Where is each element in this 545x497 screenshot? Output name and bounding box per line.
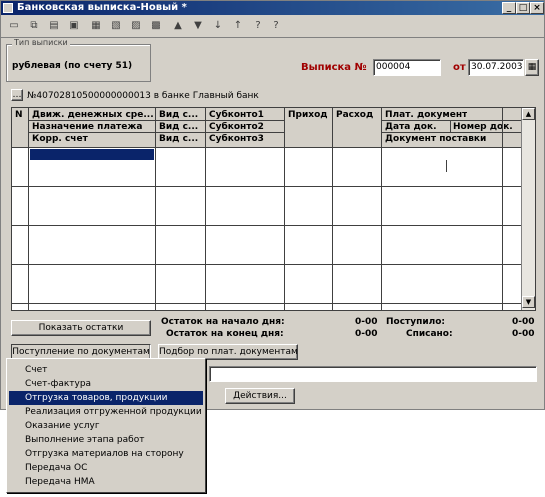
down-icon[interactable]: ▼: [191, 19, 205, 33]
menu-item-materials-shipment[interactable]: Отгрузка материалов на сторону: [9, 447, 203, 461]
help-icon[interactable]: ?: [251, 19, 265, 33]
account-text: №40702810500000000013 в банке Главный ба…: [27, 91, 259, 101]
column-divider: [332, 108, 333, 310]
menu-item-services[interactable]: Оказание услуг: [9, 419, 203, 433]
delete-icon[interactable]: ▨: [129, 19, 143, 33]
row-marker-header: N: [15, 110, 23, 120]
new-icon[interactable]: ▭: [7, 19, 21, 33]
menu-item-shipped-sales[interactable]: Реализация отгруженной продукции: [9, 405, 203, 419]
column-divider: [205, 108, 206, 310]
income-value: 0-00: [512, 317, 535, 327]
insert-icon[interactable]: ▩: [149, 19, 163, 33]
menu-item-fixed-assets-transfer[interactable]: Передача ОС: [9, 461, 203, 475]
header-cash-flow: Движ. денежных сре...: [32, 110, 154, 120]
minimize-button[interactable]: _: [502, 2, 516, 14]
header-rule: [156, 132, 206, 133]
header-rule: [382, 132, 522, 133]
header-subconto-3: Субконто3: [209, 134, 264, 144]
actions-button[interactable]: Действия...: [225, 388, 295, 404]
column-divider: [155, 108, 156, 310]
title-bar: Банковская выписка-Новый * _ □ ×: [1, 1, 544, 15]
header-type-2: Вид с...: [159, 122, 199, 132]
row-separator: [12, 225, 522, 226]
column-divider: [381, 108, 382, 310]
income-label: Поступило:: [386, 317, 446, 327]
row-separator: [12, 303, 522, 304]
start-balance-label: Остаток на начало дня:: [161, 317, 285, 327]
menu-item-tax-invoice[interactable]: Счет-фактура: [9, 377, 203, 391]
date-field[interactable]: 30.07.2003: [468, 59, 524, 76]
column-divider: [28, 108, 29, 310]
header-income: Приход: [288, 110, 328, 120]
menu-item-invoice[interactable]: Счет: [9, 363, 203, 377]
maximize-button[interactable]: □: [516, 2, 530, 14]
scroll-down-button[interactable]: ▼: [522, 296, 535, 308]
close-button[interactable]: ×: [530, 2, 544, 14]
bank-statement-window: Банковская выписка-Новый * _ □ × ▭ ⧉ ▤ ▣…: [0, 0, 545, 410]
help-pointer-icon[interactable]: ?: [269, 19, 283, 33]
statement-number-label: Выписка №: [301, 62, 367, 73]
header-subconto-2: Субконто2: [209, 122, 264, 132]
statement-number-field[interactable]: 000004: [373, 59, 441, 76]
statement-type-value[interactable]: рублевая (по счету 51): [12, 61, 132, 71]
menu-item-goods-shipment[interactable]: Отгрузка товаров, продукции: [9, 391, 203, 405]
header-doc-date: Дата док.: [385, 122, 437, 132]
date-label: от: [453, 62, 466, 73]
documents-dropdown-menu: Счет Счет-фактура Отгрузка товаров, прод…: [6, 358, 206, 493]
up-icon[interactable]: ▲: [171, 19, 185, 33]
copy-icon[interactable]: ⧉: [27, 19, 41, 33]
header-rule: [29, 120, 156, 121]
comment-field[interactable]: [209, 366, 537, 382]
end-balance-label: Остаток на конец дня:: [166, 329, 284, 339]
toolbar: ▭ ⧉ ▤ ▣ ▦ ▧ ▨ ▩ ▲ ▼ ↓ ↑ ? ?: [1, 16, 544, 38]
header-supply-doc: Документ поставки: [385, 134, 487, 144]
header-rule: [206, 120, 284, 121]
save-icon[interactable]: ▣: [67, 19, 81, 33]
scroll-up-button[interactable]: ▲: [522, 108, 535, 120]
selected-cell[interactable]: [30, 149, 154, 160]
header-payment-doc: Плат. документ: [385, 110, 468, 120]
menu-item-work-stage[interactable]: Выполнение этапа работ: [9, 433, 203, 447]
cell-cursor: [446, 160, 447, 172]
folder-icon[interactable]: ▤: [47, 19, 61, 33]
header-rule: [156, 120, 206, 121]
row-separator: [12, 264, 522, 265]
header-rule: [29, 132, 156, 133]
header-purpose: Назначение платежа: [32, 122, 143, 132]
header-corr-account: Корр. счет: [32, 134, 88, 144]
sort-desc-icon[interactable]: ↑: [231, 19, 245, 33]
vertical-scrollbar[interactable]: ▲ ▼: [521, 108, 535, 310]
find-icon[interactable]: ▧: [109, 19, 123, 33]
writeoff-label: Списано:: [406, 329, 453, 339]
header-type-1: Вид с...: [159, 110, 199, 120]
writeoff-value: 0-00: [512, 329, 535, 339]
row-separator: [12, 186, 522, 187]
header-doc-number: Номер док.: [453, 122, 513, 132]
window-title: Банковская выписка-Новый *: [17, 2, 187, 13]
calendar-button[interactable]: ▦: [525, 59, 539, 76]
header-divider: [450, 120, 451, 132]
column-divider: [502, 108, 503, 310]
show-balances-button[interactable]: Показать остатки: [11, 320, 151, 336]
account-select-button[interactable]: …: [11, 89, 23, 101]
end-balance-value: 0-00: [355, 329, 378, 339]
header-expense: Расход: [336, 110, 374, 120]
app-icon: [3, 3, 13, 13]
header-subconto-1: Субконто1: [209, 110, 264, 120]
header-rule: [382, 120, 522, 121]
column-divider: [284, 108, 285, 310]
statement-type-group: Тип выписки рублевая (по счету 51): [6, 38, 151, 82]
menu-item-intangible-transfer[interactable]: Передача НМА: [9, 475, 203, 489]
start-balance-value: 0-00: [355, 317, 378, 327]
header-type-3: Вид с...: [159, 134, 199, 144]
header-rule: [206, 132, 284, 133]
print-icon[interactable]: ▦: [89, 19, 103, 33]
statement-type-legend: Тип выписки: [12, 38, 70, 47]
payment-table[interactable]: N Движ. денежных сре... Назначение плате…: [11, 107, 536, 311]
sort-asc-icon[interactable]: ↓: [211, 19, 225, 33]
